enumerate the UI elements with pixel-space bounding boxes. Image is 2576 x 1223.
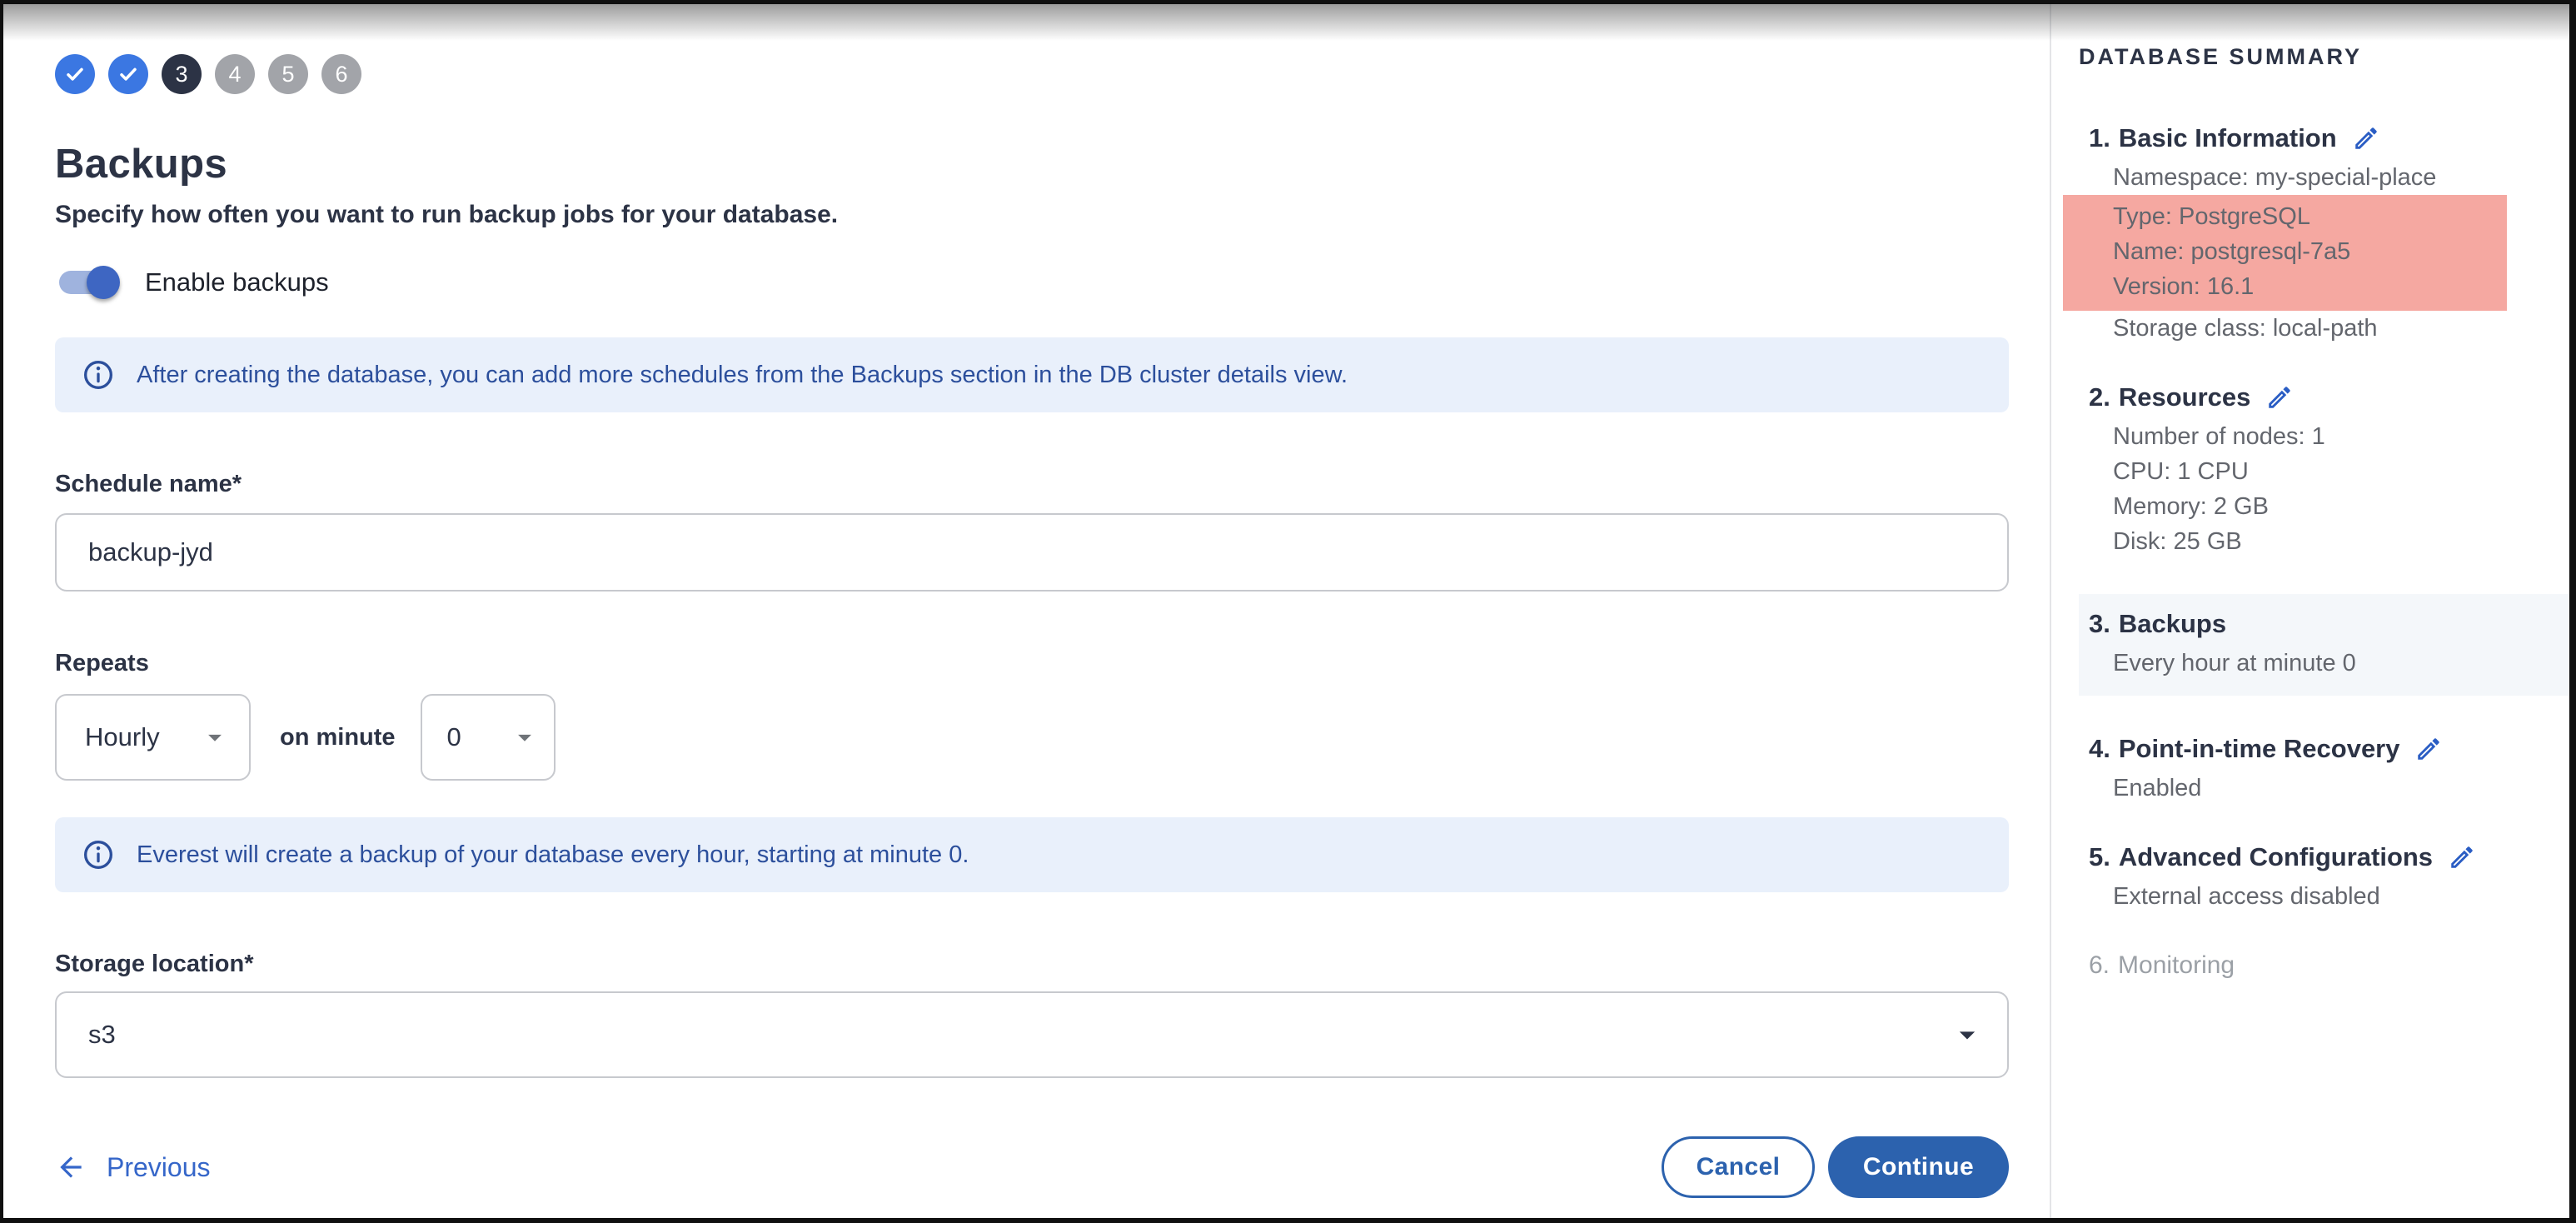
arrow-left-icon [55,1151,87,1183]
storage-location-label: Storage location* [55,951,2009,978]
summary-section-number: 5. [2089,841,2110,874]
summary-section-title: Monitoring [2118,949,2235,982]
previous-button[interactable]: Previous [55,1151,211,1183]
summary-line: Memory: 2 GB [2051,489,2569,524]
stepper-step-5[interactable]: 5 [268,54,308,94]
summary-section-resources: 2. Resources Number of nodes: 1CPU: 1 CPUM… [2051,381,2569,559]
summary-sections: 1. Basic Information Namespace: my-special… [2051,122,2569,982]
edit-pencil-icon [2414,735,2443,763]
step-number: 6 [335,62,347,87]
repeats-frequency-value: Hourly [85,722,160,752]
enable-backups-toggle[interactable] [55,264,120,301]
edit-resources-button[interactable] [2265,383,2294,412]
summary-section-number: 1. [2089,122,2110,155]
check-icon [116,62,141,87]
app-window: 3 4 5 6 Backups Specify how often you want … [3,4,2569,1218]
summary-section-title: Basic Information [2119,122,2337,155]
stepper-step-6[interactable]: 6 [321,54,361,94]
edit-advanced-configurations-button[interactable] [2448,843,2476,871]
summary-line: Version: 16.1 [2063,269,2507,304]
summary-section-backups: 3. Backups Every hour at minute 0 [2079,594,2569,696]
summary-section-title: Resources [2119,381,2251,414]
repeats-label: Repeats [55,650,2009,677]
summary-section-number: 4. [2089,732,2110,766]
edit-pencil-icon [2352,124,2380,152]
on-minute-label: on minute [280,724,396,751]
summary-section-number: 3. [2089,607,2110,641]
summary-line: Namespace: my-special-place [2051,160,2569,195]
stepper-step-3[interactable]: 3 [162,54,202,94]
info-alert-text: After creating the database, you can add… [137,362,1348,389]
summary-line: Every hour at minute 0 [2079,646,2569,681]
info-icon [82,838,115,871]
summary-section-heading: 1. Basic Information [2051,122,2569,155]
wizard-main-panel: 3 4 5 6 Backups Specify how often you want … [3,4,2050,1218]
schedule-name-label: Schedule name* [55,471,2009,498]
wizard-footer: Previous Cancel Continue [55,1136,2009,1198]
schedule-name-input[interactable] [55,513,2009,592]
summary-section-point-in-time-recovery: 4. Point-in-time Recovery Enabled [2051,732,2569,806]
storage-location-value: s3 [88,1020,116,1050]
summary-section-heading: 2. Resources [2051,381,2569,414]
storage-location-select[interactable]: s3 [55,991,2009,1078]
summary-section-heading: 4. Point-in-time Recovery [2051,732,2569,766]
info-alert-schedules: After creating the database, you can add… [55,337,2009,412]
cancel-button[interactable]: Cancel [1662,1136,1815,1198]
summary-line: Enabled [2051,771,2569,806]
continue-button[interactable]: Continue [1828,1136,2009,1198]
info-alert-frequency: Everest will create a backup of your dat… [55,817,2009,892]
edit-point-in-time-recovery-button[interactable] [2414,735,2443,763]
summary-line: CPU: 1 CPU [2051,454,2569,489]
step-number: 5 [282,62,294,87]
summary-section-heading: 3. Backups [2079,607,2569,641]
stepper-step-4[interactable]: 4 [215,54,255,94]
summary-section-heading: 6.Monitoring [2051,949,2569,982]
summary-line: Storage class: local-path [2051,311,2569,346]
chevron-down-icon [199,721,231,753]
database-summary-sidebar: DATABASE SUMMARY 1. Basic Information Name… [2051,4,2569,1218]
footer-actions: Cancel Continue [1662,1136,2009,1198]
sidebar-title: DATABASE SUMMARY [2079,44,2569,70]
repeats-minute-select[interactable]: 0 [421,694,556,781]
enable-backups-label: Enable backups [145,267,329,297]
wizard-stepper: 3 4 5 6 [55,54,2009,94]
summary-line: Disk: 25 GB [2051,524,2569,559]
page-subtitle: Specify how often you want to run backup… [55,201,2009,229]
summary-section-number: 6. [2089,949,2110,982]
repeats-minute-value: 0 [447,722,461,752]
summary-section-heading: 5. Advanced Configurations [2051,841,2569,874]
enable-backups-row: Enable backups [55,264,2009,301]
edit-pencil-icon [2265,383,2294,412]
summary-section-title: Backups [2119,607,2226,641]
stepper-step-1[interactable] [55,54,95,94]
chevron-down-icon [1949,1016,1986,1053]
check-icon [62,62,87,87]
summary-line: Number of nodes: 1 [2051,419,2569,454]
previous-label: Previous [107,1152,211,1183]
repeats-row: Hourly on minute 0 [55,694,2009,781]
info-icon [82,358,115,392]
page-title: Backups [55,141,2009,187]
summary-section-advanced-configurations: 5. Advanced Configurations External access… [2051,841,2569,914]
stepper-step-2[interactable] [108,54,148,94]
chevron-down-icon [509,721,541,753]
summary-section-basic-information: 1. Basic Information Namespace: my-special… [2051,122,2569,346]
toggle-thumb [87,266,120,299]
summary-line: Type: PostgreSQL [2063,199,2507,234]
summary-line: Name: postgresql-7a5 [2063,234,2507,269]
edit-pencil-icon [2448,843,2476,871]
step-number: 4 [228,62,241,87]
summary-line: External access disabled [2051,879,2569,914]
summary-section-title: Point-in-time Recovery [2119,732,2400,766]
repeats-frequency-select[interactable]: Hourly [55,694,251,781]
step-number: 3 [175,62,187,87]
summary-section-number: 2. [2089,381,2110,414]
info-alert-text: Everest will create a backup of your dat… [137,841,969,869]
edit-basic-information-button[interactable] [2352,124,2380,152]
summary-section-title: Advanced Configurations [2119,841,2433,874]
annotation-highlight: Type: PostgreSQLName: postgresql-7a5Vers… [2063,195,2507,311]
summary-section-monitoring: 6.Monitoring [2051,949,2569,982]
